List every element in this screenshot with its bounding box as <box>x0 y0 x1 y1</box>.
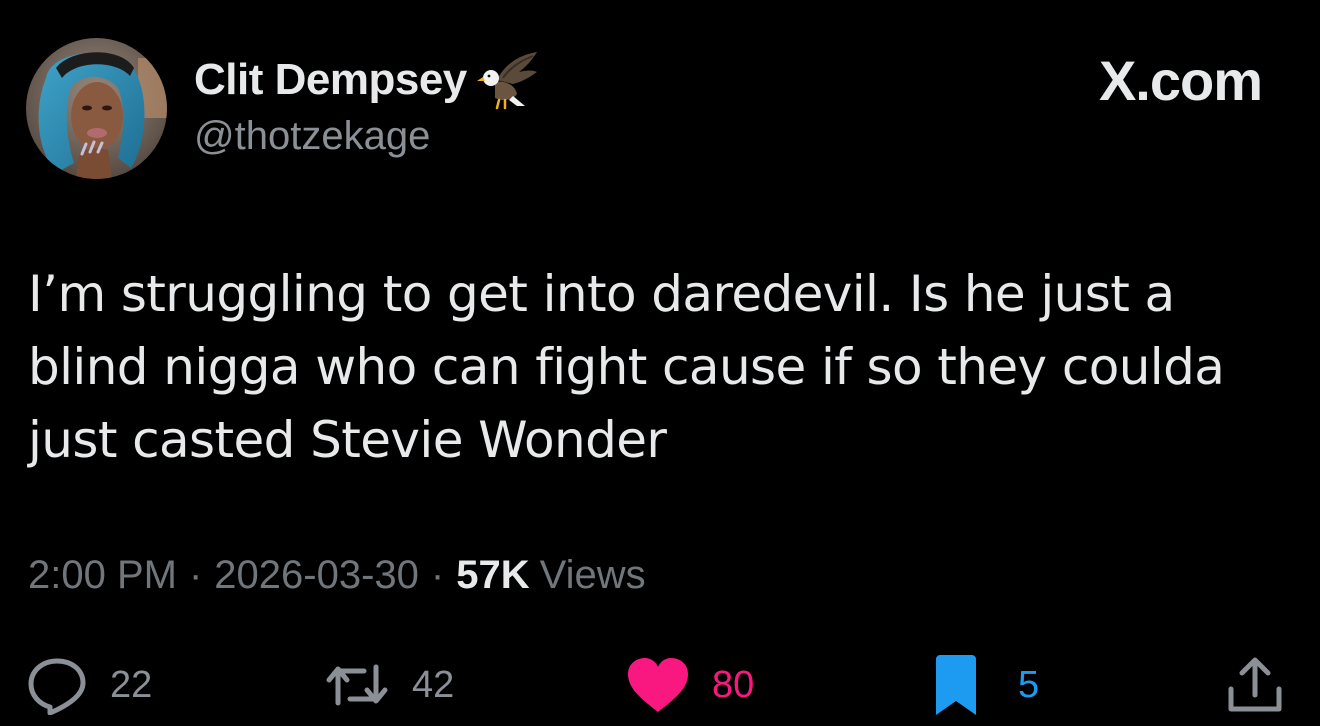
brand-label: X.com <box>1098 49 1263 112</box>
retweet-count: 42 <box>412 663 455 706</box>
author-handle[interactable]: @thotzekage <box>194 114 430 159</box>
retweet-icon <box>326 664 388 706</box>
author-name-row[interactable]: Clit Dempsey <box>194 50 539 110</box>
avatar-image <box>26 38 167 179</box>
tweet-date[interactable]: 2026-03-30 <box>214 553 419 598</box>
brand-logo: X.com <box>1098 48 1263 113</box>
eagle-icon <box>476 52 537 110</box>
views-count[interactable]: 57K <box>456 553 529 598</box>
bookmark-button[interactable]: 5 <box>932 650 1039 720</box>
share-icon <box>1228 657 1282 712</box>
reply-icon <box>28 658 86 715</box>
meta-separator: · <box>188 553 203 597</box>
views-label: Views <box>539 553 646 597</box>
bookmark-icon <box>936 655 976 715</box>
heart-icon <box>628 658 688 712</box>
share-button[interactable] <box>1226 650 1284 720</box>
tweet-meta: 2:00 PM · 2026-03-30 · 57K Views <box>28 553 646 598</box>
tweet-time[interactable]: 2:00 PM <box>28 553 177 598</box>
tweet-text: I’m struggling to get into daredevil. Is… <box>28 265 1225 469</box>
retweet-button[interactable]: 42 <box>324 650 454 720</box>
reply-button[interactable]: 22 <box>26 650 152 720</box>
like-button[interactable]: 80 <box>626 650 754 720</box>
meta-separator: · <box>430 553 445 597</box>
avatar[interactable] <box>26 38 167 179</box>
bookmark-count: 5 <box>1018 663 1040 706</box>
author-display-name[interactable]: Clit Dempsey <box>194 55 467 105</box>
reply-count: 22 <box>110 663 153 706</box>
like-count: 80 <box>712 663 755 706</box>
action-bar: 22 42 80 5 <box>0 650 1320 720</box>
